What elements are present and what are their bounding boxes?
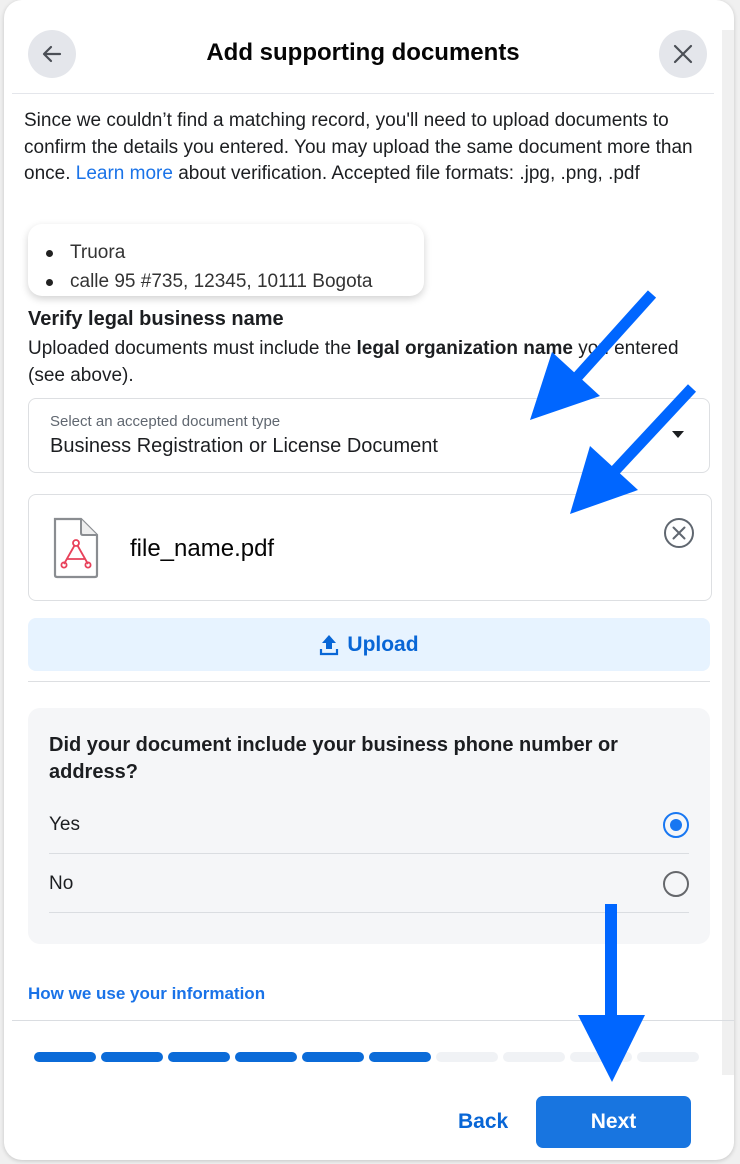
footer-divider	[12, 1020, 734, 1021]
upload-icon	[320, 634, 339, 655]
step-progress-bar	[34, 1052, 699, 1062]
section-title: Verify legal business name	[28, 308, 284, 330]
section-desc-part: Uploaded documents must include the	[28, 338, 357, 359]
entered-address: calle 95 #735, 12345, 10111 Bogota	[46, 267, 424, 296]
select-value: Business Registration or License Documen…	[50, 435, 438, 457]
radio-option-yes[interactable]: Yes	[49, 796, 689, 854]
next-button[interactable]: Next	[536, 1096, 691, 1148]
radio-button-selected[interactable]	[663, 812, 689, 838]
progress-segment-complete	[101, 1052, 163, 1062]
progress-segment-complete	[168, 1052, 230, 1062]
progress-segment-complete	[34, 1052, 96, 1062]
uploaded-file-item: file_name.pdf	[28, 494, 712, 601]
caret-down-icon	[672, 431, 684, 438]
progress-segment-incomplete	[570, 1052, 632, 1062]
back-button[interactable]: Back	[458, 1110, 508, 1134]
progress-segment-complete	[302, 1052, 364, 1062]
question-card: Did your document include your business …	[28, 708, 710, 944]
upload-label: Upload	[347, 632, 419, 656]
dialog-header: Add supporting documents	[12, 0, 714, 94]
upload-button[interactable]: Upload	[28, 618, 710, 671]
document-type-select[interactable]: Select an accepted document type Busines…	[28, 398, 710, 473]
intro-text-part: about verification. Accepted file format…	[172, 163, 640, 184]
how-we-use-info-link[interactable]: How we use your information	[28, 984, 265, 1004]
select-label: Select an accepted document type	[50, 413, 281, 430]
file-name: file_name.pdf	[130, 535, 275, 562]
pdf-file-icon	[53, 517, 99, 579]
progress-segment-complete	[235, 1052, 297, 1062]
section-description: Uploaded documents must include the lega…	[28, 336, 688, 389]
close-button[interactable]	[659, 30, 707, 78]
radio-button-unselected[interactable]	[663, 871, 689, 897]
radio-option-no[interactable]: No	[49, 855, 689, 913]
progress-segment-complete	[369, 1052, 431, 1062]
progress-segment-incomplete	[637, 1052, 699, 1062]
divider	[28, 681, 710, 682]
section-desc-bold: legal organization name	[356, 338, 573, 359]
radio-label: No	[49, 873, 74, 894]
question-text: Did your document include your business …	[49, 734, 618, 783]
dialog-title: Add supporting documents	[206, 39, 520, 66]
scrollbar-track[interactable]	[722, 30, 734, 1075]
close-icon	[673, 44, 693, 64]
progress-segment-incomplete	[503, 1052, 565, 1062]
add-documents-dialog: Add supporting documents Since we couldn…	[4, 0, 734, 1160]
progress-segment-incomplete	[436, 1052, 498, 1062]
learn-more-link[interactable]: Learn more	[76, 163, 173, 184]
remove-circle-icon[interactable]	[663, 517, 695, 549]
entered-details-card: Truora calle 95 #735, 12345, 10111 Bogot…	[28, 224, 424, 296]
dialog-content: Since we couldn’t find a matching record…	[24, 108, 712, 1003]
radio-label: Yes	[49, 814, 80, 835]
entered-business-name: Truora	[46, 238, 424, 267]
intro-text: Since we couldn’t find a matching record…	[24, 108, 710, 188]
